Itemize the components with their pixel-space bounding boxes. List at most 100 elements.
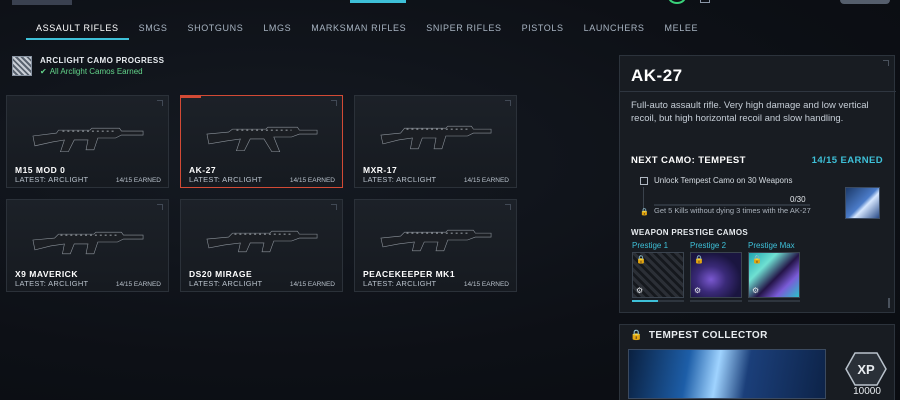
prestige-camo-tile: 🔒 ⚙ <box>690 252 742 298</box>
card-corner-mark <box>331 100 337 106</box>
prestige-camos-title: WEAPON PRESTIGE CAMOS <box>631 228 748 237</box>
rifle-silhouette-icon <box>380 229 492 252</box>
weapon-category-tabs: ASSAULT RIFLES SMGS SHOTGUNS LMGS MARKSM… <box>26 20 708 40</box>
weapon-earned-count: 14/15 EARNED <box>115 281 161 288</box>
tab-pistols[interactable]: PISTOLS <box>512 20 574 40</box>
top-nav-active-indicator <box>350 0 406 3</box>
weapon-name: PEACEKEEPER MK1 <box>363 269 456 279</box>
window-icon[interactable] <box>700 0 710 3</box>
next-camo-count: 14/15 EARNED <box>811 155 883 166</box>
weapon-card-ds20-mirage[interactable]: DS20 MIRAGE LATEST: ARCLIGHT 14/15 EARNE… <box>180 199 343 292</box>
selected-accent <box>181 96 201 98</box>
lock-icon: 🔒 <box>630 330 643 341</box>
prestige-camo-tile: 🔒 ⚙ <box>748 252 800 298</box>
prestige-label: Prestige 2 <box>690 241 727 250</box>
lock-icon: 🔒 <box>640 209 649 216</box>
weapon-card-x9-maverick[interactable]: X9 MAVERICK LATEST: ARCLIGHT 14/15 EARNE… <box>6 199 169 292</box>
arclight-camo-thumbnail <box>12 56 32 76</box>
tab-smgs[interactable]: SMGS <box>129 20 178 40</box>
prestige-camo-1[interactable]: Prestige 1 🔒 ⚙ <box>632 241 684 302</box>
camo-progress-title: ARCLIGHT CAMO PROGRESS <box>40 56 165 65</box>
challenge-checkbox[interactable] <box>640 177 648 185</box>
logo <box>12 0 72 5</box>
prestige-progress-bar <box>690 300 742 302</box>
scroll-indicator[interactable] <box>888 298 890 308</box>
lock-icon: 🔒 <box>752 255 762 264</box>
weapon-name: AK-27 <box>189 165 217 175</box>
prestige-camo-tile: 🔒 ⚙ <box>632 252 684 298</box>
detail-weapon-name: AK-27 <box>631 66 683 85</box>
next-camo-label: NEXT CAMO: TEMPEST <box>631 155 746 166</box>
rifle-silhouette-icon <box>380 125 492 150</box>
tempest-collector-panel[interactable]: 🔒 TEMPEST COLLECTOR XP 10000 <box>619 324 895 400</box>
weapon-latest-camo: LATEST: ARCLIGHT <box>15 175 89 184</box>
prestige-label: Prestige Max <box>748 241 795 250</box>
status-ring-icon <box>668 0 686 4</box>
weapon-name: MXR-17 <box>363 165 398 175</box>
rifle-silhouette-icon <box>32 231 144 255</box>
prestige-label: Prestige 1 <box>632 241 669 250</box>
check-icon: ✔ <box>40 67 47 76</box>
xp-badge-label: XP <box>857 362 875 377</box>
card-corner-mark <box>505 100 511 106</box>
challenge-progress-count: 0/30 <box>790 195 806 204</box>
prestige-progress-bar <box>748 300 800 302</box>
weapon-latest-camo: LATEST: ARCLIGHT <box>189 175 263 184</box>
weapon-card-m15-mod-0[interactable]: M15 MOD 0 LATEST: ARCLIGHT 14/15 EARNED <box>6 95 169 188</box>
prestige-badge-icon: ⚙ <box>694 286 702 295</box>
xp-badge-icon: XP <box>845 352 887 386</box>
tab-shotguns[interactable]: SHOTGUNS <box>178 20 254 40</box>
prestige-badge-icon: ⚙ <box>636 286 644 295</box>
card-corner-mark <box>157 204 163 210</box>
weapon-earned-count: 14/15 EARNED <box>463 177 509 184</box>
weapon-earned-count: 14/15 EARNED <box>463 281 509 288</box>
xp-value: 10000 <box>853 386 881 397</box>
camo-progress: ARCLIGHT CAMO PROGRESS ✔ All Arclight Cam… <box>12 56 164 76</box>
weapon-latest-camo: LATEST: ARCLIGHT <box>189 279 263 288</box>
rifle-silhouette-icon <box>206 230 318 253</box>
weapon-earned-count: 14/15 EARNED <box>289 177 335 184</box>
collector-title: 🔒 TEMPEST COLLECTOR <box>630 330 768 341</box>
tab-marksman-rifles[interactable]: MARKSMAN RIFLES <box>301 20 416 40</box>
lock-icon: 🔒 <box>694 255 704 264</box>
weapon-card-mxr-17[interactable]: MXR-17 LATEST: ARCLIGHT 14/15 EARNED <box>354 95 517 188</box>
weapon-grid: M15 MOD 0 LATEST: ARCLIGHT 14/15 EARNED … <box>6 95 517 292</box>
tab-assault-rifles[interactable]: ASSAULT RIFLES <box>26 20 129 40</box>
collector-reward-image <box>628 349 826 399</box>
weapon-latest-camo: LATEST: ARCLIGHT <box>15 279 89 288</box>
panel-corner-mark <box>883 60 889 66</box>
challenge-title: Unlock Tempest Camo on 30 Weapons <box>654 176 793 185</box>
weapon-earned-count: 14/15 EARNED <box>115 177 161 184</box>
prestige-camos: Prestige 1 🔒 ⚙ Prestige 2 🔒 ⚙ Prestige M… <box>632 241 800 302</box>
rifle-silhouette-icon <box>32 127 144 153</box>
weapon-card-peacekeeper-mk1[interactable]: PEACEKEEPER MK1 LATEST: ARCLIGHT 14/15 E… <box>354 199 517 292</box>
rifle-silhouette-icon <box>206 126 318 153</box>
weapon-name: M15 MOD 0 <box>15 165 66 175</box>
tab-launchers[interactable]: LAUNCHERS <box>574 20 655 40</box>
prestige-camo-max[interactable]: Prestige Max 🔒 ⚙ <box>748 241 800 302</box>
weapon-name: DS20 MIRAGE <box>189 269 253 279</box>
top-bar <box>0 0 900 8</box>
tab-sniper-rifles[interactable]: SNIPER RIFLES <box>416 20 511 40</box>
tab-lmgs[interactable]: LMGS <box>253 20 301 40</box>
card-corner-mark <box>157 100 163 106</box>
divider <box>620 91 896 92</box>
prestige-badge-icon: ⚙ <box>752 286 760 295</box>
tempest-camo-reward-preview[interactable] <box>845 187 880 219</box>
camo-progress-status: ✔ All Arclight Camos Earned <box>40 67 143 76</box>
weapon-description: Full-auto assault rifle. Very high damag… <box>631 100 869 124</box>
prestige-progress-bar <box>632 300 684 302</box>
weapon-card-ak-27[interactable]: AK-27 LATEST: ARCLIGHT 14/15 EARNED <box>180 95 343 188</box>
profile-stub[interactable] <box>840 0 890 4</box>
weapon-latest-camo: LATEST: ARCLIGHT <box>363 175 437 184</box>
lock-icon: 🔒 <box>636 255 646 264</box>
challenge-subtask: Get 5 Kills without dying 3 times with t… <box>654 206 811 215</box>
tab-melee[interactable]: MELEE <box>655 20 709 40</box>
card-corner-mark <box>331 204 337 210</box>
weapon-detail-panel: AK-27 Full-auto assault rifle. Very high… <box>619 55 896 313</box>
weapon-latest-camo: LATEST: ARCLIGHT <box>363 279 437 288</box>
prestige-camo-2[interactable]: Prestige 2 🔒 ⚙ <box>690 241 742 302</box>
card-corner-mark <box>505 204 511 210</box>
weapon-earned-count: 14/15 EARNED <box>289 281 335 288</box>
weapon-name: X9 MAVERICK <box>15 269 78 279</box>
